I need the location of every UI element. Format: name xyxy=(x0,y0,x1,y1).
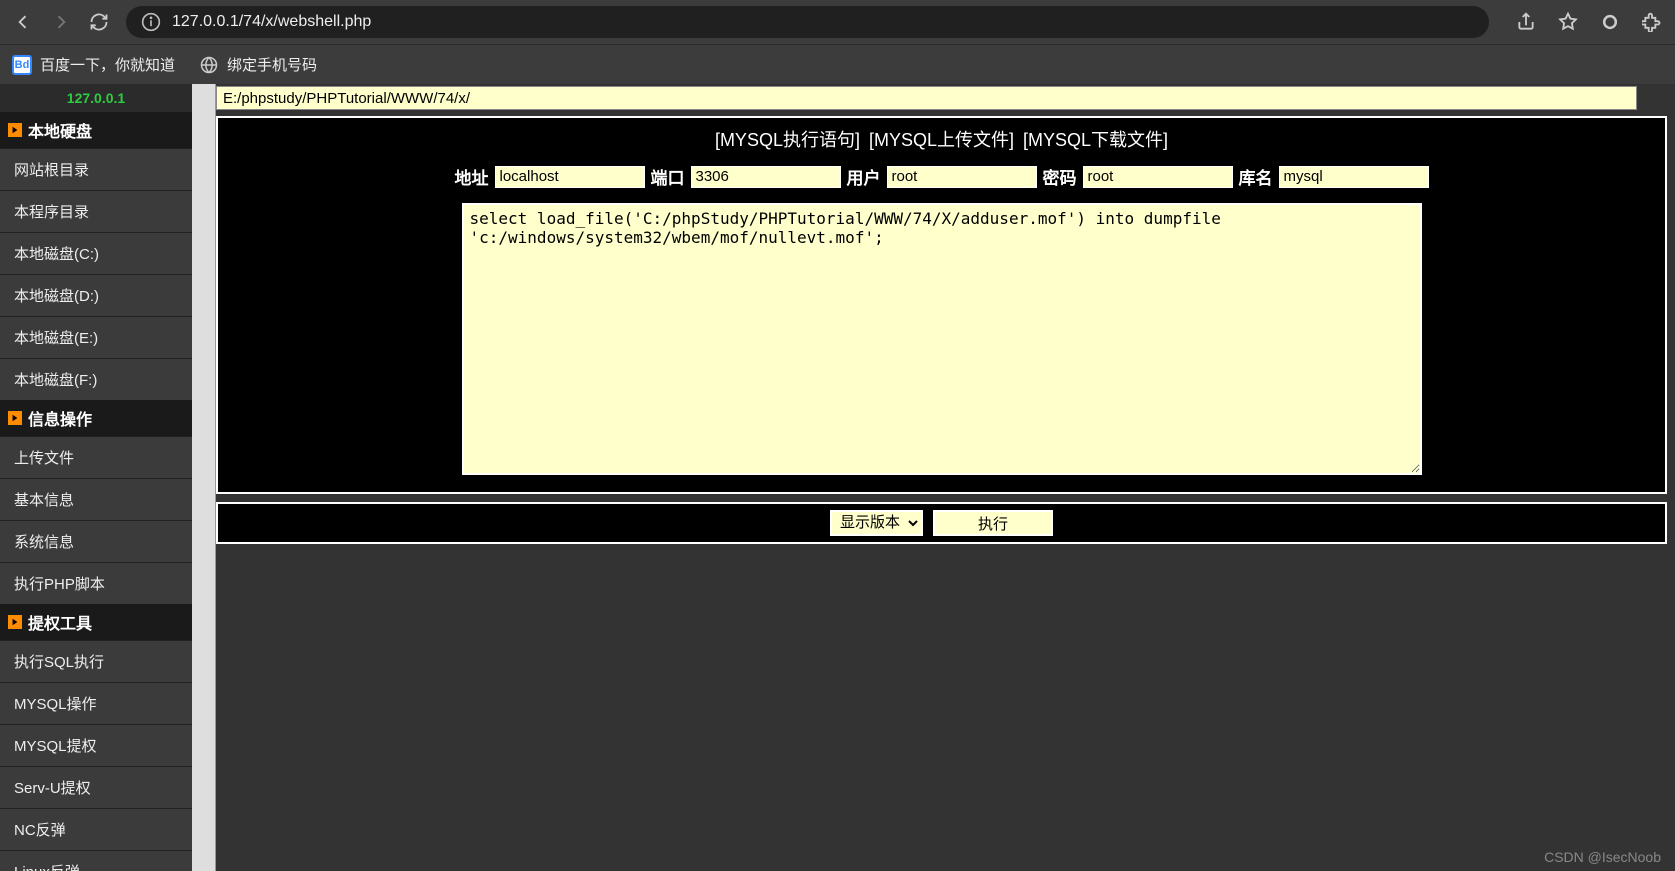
db-label: 库名 xyxy=(1239,164,1273,189)
action-select[interactable]: 显示版本 xyxy=(830,510,923,536)
sidebar-item-disk-f[interactable]: 本地磁盘(F:) xyxy=(0,358,192,400)
arrow-icon xyxy=(8,123,22,137)
scroll-gutter[interactable] xyxy=(192,84,216,871)
sidebar-item-webroot[interactable]: 网站根目录 xyxy=(0,148,192,190)
bookmark-label: 百度一下，你就知道 xyxy=(40,54,175,75)
pass-label: 密码 xyxy=(1043,164,1077,189)
sidebar-item-mysqlop[interactable]: MYSQL操作 xyxy=(0,682,192,724)
url-text: 127.0.0.1/74/x/webshell.php xyxy=(172,13,371,31)
arrow-icon xyxy=(8,411,22,425)
sidebar-item-disk-d[interactable]: 本地磁盘(D:) xyxy=(0,274,192,316)
sidebar-header-info[interactable]: 信息操作 xyxy=(0,400,192,436)
main-panel: [MYSQL执行语句] [MYSQL上传文件] [MYSQL下载文件] 地址 端… xyxy=(216,84,1675,871)
sidebar-item-sqlexec[interactable]: 执行SQL执行 xyxy=(0,640,192,682)
browser-toolbar: 127.0.0.1/74/x/webshell.php xyxy=(0,0,1675,44)
addr-label: 地址 xyxy=(455,164,489,189)
link-mysql-download[interactable]: [MYSQL下载文件] xyxy=(1023,130,1168,150)
info-icon xyxy=(140,11,162,33)
sidebar-item-mysqlpriv[interactable]: MYSQL提权 xyxy=(0,724,192,766)
port-label: 端口 xyxy=(651,164,685,189)
sidebar-item-sysinfo[interactable]: 系统信息 xyxy=(0,520,192,562)
sidebar-item-servu[interactable]: Serv-U提权 xyxy=(0,766,192,808)
sidebar-item-upload[interactable]: 上传文件 xyxy=(0,436,192,478)
port-input[interactable] xyxy=(691,166,841,188)
puzzle-icon[interactable] xyxy=(1641,11,1663,33)
sidebar-item-linux[interactable]: Linux反弹 xyxy=(0,850,192,871)
sidebar-item-appdir[interactable]: 本程序目录 xyxy=(0,190,192,232)
baidu-icon: Bd xyxy=(12,55,32,75)
pass-input[interactable] xyxy=(1083,166,1233,188)
action-panel: 显示版本 执行 xyxy=(216,502,1667,544)
star-icon[interactable] xyxy=(1557,11,1579,33)
sidebar-item-nc[interactable]: NC反弹 xyxy=(0,808,192,850)
share-icon[interactable] xyxy=(1515,11,1537,33)
sidebar-item-phpexec[interactable]: 执行PHP脚本 xyxy=(0,562,192,604)
browser-right-icons xyxy=(1515,11,1663,33)
mysql-panel: [MYSQL执行语句] [MYSQL上传文件] [MYSQL下载文件] 地址 端… xyxy=(216,116,1667,494)
bookmark-baidu[interactable]: Bd 百度一下，你就知道 xyxy=(12,54,175,75)
arrow-icon xyxy=(8,615,22,629)
sidebar-header-disks[interactable]: 本地硬盘 xyxy=(0,112,192,148)
content-area: [MYSQL执行语句] [MYSQL上传文件] [MYSQL下载文件] 地址 端… xyxy=(192,84,1675,871)
db-input[interactable] xyxy=(1279,166,1429,188)
connection-fields: 地址 端口 用户 密码 库名 xyxy=(224,156,1659,193)
sidebar-item-basicinfo[interactable]: 基本信息 xyxy=(0,478,192,520)
back-icon[interactable] xyxy=(12,11,34,33)
sidebar-header-label: 信息操作 xyxy=(28,406,92,430)
globe-icon xyxy=(199,55,219,75)
addr-input[interactable] xyxy=(495,166,645,188)
watermark: CSDN @IsecNoob xyxy=(1544,849,1661,865)
sidebar-header-label: 提权工具 xyxy=(28,610,92,634)
bookmark-bind-phone[interactable]: 绑定手机号码 xyxy=(199,54,317,75)
sql-area-wrap xyxy=(224,193,1659,486)
address-bar[interactable]: 127.0.0.1/74/x/webshell.php xyxy=(126,6,1489,38)
user-label: 用户 xyxy=(847,164,881,189)
forward-icon[interactable] xyxy=(50,11,72,33)
link-mysql-exec[interactable]: [MYSQL执行语句] xyxy=(715,130,860,150)
bookmarks-bar: Bd 百度一下，你就知道 绑定手机号码 xyxy=(0,44,1675,84)
user-input[interactable] xyxy=(887,166,1037,188)
sql-textarea[interactable] xyxy=(462,203,1422,475)
execute-button[interactable]: 执行 xyxy=(933,510,1053,536)
sidebar-item-disk-c[interactable]: 本地磁盘(C:) xyxy=(0,232,192,274)
sidebar-item-disk-e[interactable]: 本地磁盘(E:) xyxy=(0,316,192,358)
circle-icon[interactable] xyxy=(1599,11,1621,33)
path-input[interactable] xyxy=(216,86,1637,110)
sidebar-host: 127.0.0.1 xyxy=(0,84,192,112)
sidebar: 127.0.0.1 本地硬盘 网站根目录 本程序目录 本地磁盘(C:) 本地磁盘… xyxy=(0,84,192,871)
sidebar-header-label: 本地硬盘 xyxy=(28,118,92,142)
sidebar-header-priv[interactable]: 提权工具 xyxy=(0,604,192,640)
bookmark-label: 绑定手机号码 xyxy=(227,54,317,75)
page-body: 127.0.0.1 本地硬盘 网站根目录 本程序目录 本地磁盘(C:) 本地磁盘… xyxy=(0,84,1675,871)
mysql-link-row: [MYSQL执行语句] [MYSQL上传文件] [MYSQL下载文件] xyxy=(224,122,1659,156)
link-mysql-upload[interactable]: [MYSQL上传文件] xyxy=(869,130,1014,150)
reload-icon[interactable] xyxy=(88,11,110,33)
